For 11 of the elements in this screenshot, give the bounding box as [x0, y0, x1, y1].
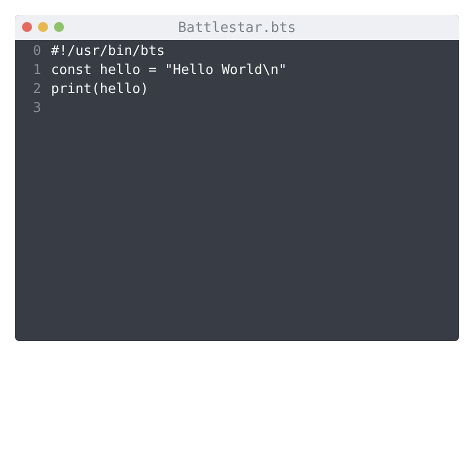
line-number: 2 — [32, 80, 42, 99]
window-title: Battlestar.bts — [178, 20, 296, 36]
line-number: 3 — [32, 99, 42, 118]
code-line: const hello = "Hello World\n" — [51, 61, 287, 80]
window-control-dot[interactable] — [22, 22, 32, 32]
window-control-dot[interactable] — [54, 22, 64, 32]
window-control-dot[interactable] — [38, 22, 48, 32]
line-number: 0 — [32, 42, 42, 61]
code-line: #!/usr/bin/bts — [51, 42, 165, 61]
code-line: print(hello) — [51, 80, 149, 99]
line-number: 1 — [32, 61, 42, 80]
